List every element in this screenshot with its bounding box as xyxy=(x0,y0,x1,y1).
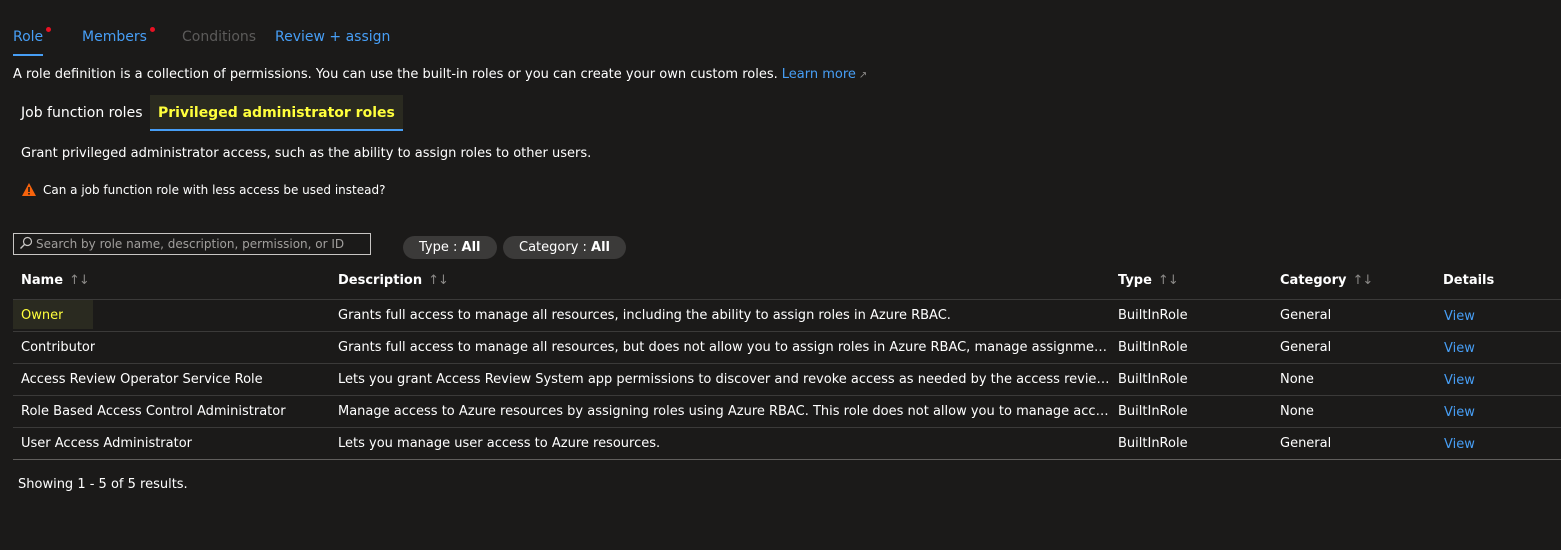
role-description: Grants full access to manage all resourc… xyxy=(338,340,1111,355)
required-dot-icon xyxy=(46,27,52,32)
view-details-link[interactable]: View xyxy=(1444,373,1475,388)
role-name: User Access Administrator xyxy=(21,436,193,451)
type-filter-button[interactable]: Type : All xyxy=(403,236,497,259)
role-category: None xyxy=(1280,372,1314,387)
column-header-description[interactable]: Description ↑↓ xyxy=(338,273,449,288)
role-description: Lets you grant Access Review System app … xyxy=(338,372,1111,387)
pivot-job-function-roles[interactable]: Job function roles xyxy=(13,95,150,131)
column-header-details: Details xyxy=(1443,273,1495,288)
table-row[interactable]: Owner Grants full access to manage all r… xyxy=(13,300,1561,331)
sort-icon[interactable]: ↑↓ xyxy=(69,273,90,288)
category-filter-label: Category : xyxy=(519,240,592,255)
tab-review-assign-label: Review + assign xyxy=(275,29,391,45)
required-dot-icon xyxy=(149,27,155,32)
column-header-type[interactable]: Type ↑↓ xyxy=(1118,273,1179,288)
warning-text: Can a job function role with less access… xyxy=(43,183,386,197)
search-icon xyxy=(20,236,33,249)
column-header-description-label: Description xyxy=(338,273,423,288)
role-category: General xyxy=(1280,340,1332,355)
table-row[interactable]: Role Based Access Control Administrator … xyxy=(13,396,1561,427)
role-name: Owner xyxy=(21,308,64,323)
table-row[interactable]: Contributor Grants full access to manage… xyxy=(13,332,1561,363)
table-row[interactable]: User Access Administrator Lets you manag… xyxy=(13,428,1561,459)
results-count: Showing 1 - 5 of 5 results. xyxy=(18,477,188,492)
category-filter-value: All xyxy=(591,240,611,255)
view-details-link[interactable]: View xyxy=(1444,437,1475,452)
category-filter-button[interactable]: Category : All xyxy=(503,236,627,259)
search-input[interactable] xyxy=(36,235,366,253)
role-type: BuiltInRole xyxy=(1118,308,1188,323)
type-filter-label: Type : xyxy=(419,240,462,255)
intro-text: A role definition is a collection of per… xyxy=(13,67,867,82)
role-description: Manage access to Azure resources by assi… xyxy=(338,404,1111,419)
view-details-link[interactable]: View xyxy=(1444,309,1475,324)
tab-conditions: Conditions xyxy=(182,26,256,54)
role-name: Role Based Access Control Administrator xyxy=(21,404,286,419)
role-type: BuiltInRole xyxy=(1118,404,1188,419)
warning-icon xyxy=(22,183,36,196)
view-details-link[interactable]: View xyxy=(1444,341,1475,356)
view-details-link[interactable]: View xyxy=(1444,405,1475,420)
tab-conditions-label: Conditions xyxy=(182,29,257,45)
sort-icon[interactable]: ↑↓ xyxy=(1352,273,1373,288)
role-name: Access Review Operator Service Role xyxy=(21,372,263,387)
column-header-category-label: Category xyxy=(1280,273,1347,288)
external-link-icon: ↗ xyxy=(858,70,868,81)
column-header-category[interactable]: Category ↑↓ xyxy=(1280,273,1373,288)
tab-review-assign[interactable]: Review + assign xyxy=(275,26,390,54)
column-header-name-label: Name xyxy=(21,273,64,288)
learn-more-label: Learn more xyxy=(781,67,856,82)
role-type: BuiltInRole xyxy=(1118,340,1188,355)
column-header-name[interactable]: Name ↑↓ xyxy=(21,273,90,288)
role-category: None xyxy=(1280,404,1314,419)
role-type: BuiltInRole xyxy=(1118,372,1188,387)
tab-members[interactable]: Members xyxy=(82,26,155,54)
tab-members-label: Members xyxy=(82,29,147,45)
role-category: General xyxy=(1280,436,1332,451)
privileged-description: Grant privileged administrator access, s… xyxy=(21,146,592,161)
role-description: Grants full access to manage all resourc… xyxy=(338,308,951,323)
learn-more-link[interactable]: Learn more ↗ xyxy=(782,67,868,82)
type-filter-value: All xyxy=(461,240,481,255)
pivot-privileged-administrator-roles[interactable]: Privileged administrator roles xyxy=(150,95,403,131)
tab-role-label: Role xyxy=(13,29,44,45)
column-header-type-label: Type xyxy=(1118,273,1152,288)
table-bottom-border xyxy=(13,459,1561,460)
sort-icon[interactable]: ↑↓ xyxy=(428,273,449,288)
role-category: General xyxy=(1280,308,1332,323)
tab-role[interactable]: Role xyxy=(13,26,52,56)
role-name: Contributor xyxy=(21,340,96,355)
role-search-box xyxy=(13,233,371,255)
warning-message: Can a job function role with less access… xyxy=(21,182,385,197)
table-row[interactable]: Access Review Operator Service Role Lets… xyxy=(13,364,1561,395)
role-type: BuiltInRole xyxy=(1118,436,1188,451)
intro-description: A role definition is a collection of per… xyxy=(13,67,778,82)
role-description: Lets you manage user access to Azure res… xyxy=(338,436,661,451)
sort-icon[interactable]: ↑↓ xyxy=(1158,273,1179,288)
